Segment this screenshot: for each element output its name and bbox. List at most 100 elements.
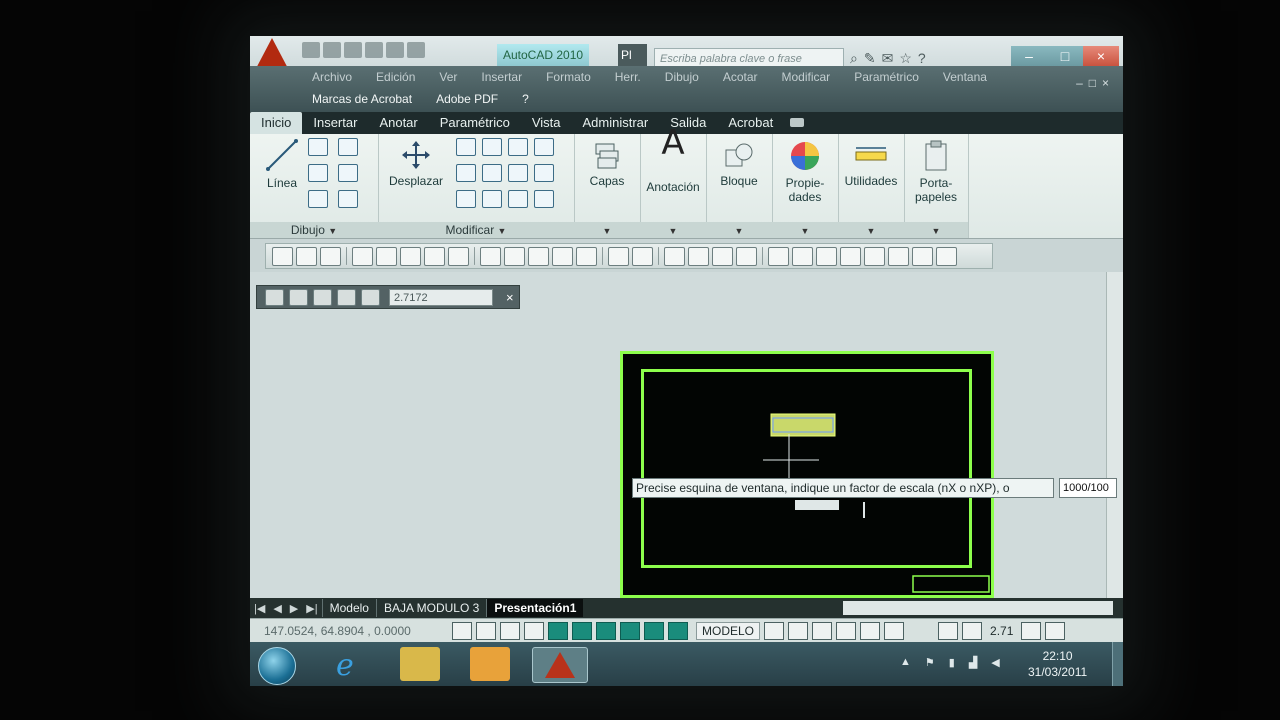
panel-portapapeles[interactable]: Porta- papeles ▼	[904, 134, 969, 238]
trim-icon[interactable]	[508, 138, 528, 156]
anotacion-dropdown[interactable]: ▼	[640, 222, 706, 238]
menu-ver[interactable]: Ver	[439, 70, 457, 84]
fillet-icon[interactable]	[534, 164, 554, 182]
dynamic-command-input[interactable]: 1000/100	[1059, 478, 1117, 498]
close-button[interactable]: ×	[1083, 46, 1119, 66]
menu-insertar[interactable]: Insertar	[481, 70, 522, 84]
utilidades-dropdown[interactable]: ▼	[838, 222, 904, 238]
volume-icon[interactable]: ◀	[991, 656, 999, 669]
tab-acrobat[interactable]: Acrobat	[717, 112, 784, 134]
prev-tab-icon[interactable]: ◀	[273, 602, 281, 615]
binoculars-icon[interactable]: ⌕	[850, 50, 858, 67]
mirror-icon[interactable]	[456, 164, 476, 182]
show-hidden-icons-icon[interactable]: ▲	[900, 656, 911, 669]
zoom-previous-icon[interactable]	[736, 246, 757, 266]
utilidades-button[interactable]: Utilidades	[838, 142, 904, 188]
drawing-window-controls[interactable]: –□×	[1076, 76, 1115, 90]
help-icon[interactable]: ?	[918, 50, 926, 67]
portapapeles-button[interactable]: Porta- papeles	[904, 140, 968, 204]
help-icon[interactable]	[936, 246, 957, 266]
modificar-panel-label[interactable]: Modificar ▼	[378, 222, 574, 238]
bloque-button[interactable]: Bloque	[706, 140, 772, 188]
layout-sheet[interactable]	[620, 351, 994, 598]
polygonal-viewport-icon[interactable]	[313, 288, 332, 306]
3d-dwf-icon[interactable]	[424, 246, 445, 266]
polar-toggle[interactable]	[524, 622, 544, 640]
quick-view-layouts-icon[interactable]	[764, 622, 785, 640]
menu-ventana[interactable]: Ventana	[943, 70, 987, 84]
ortho-toggle[interactable]	[500, 622, 520, 640]
panel-anotacion[interactable]: A Anotación ▼	[640, 126, 707, 238]
pen-icon[interactable]	[456, 190, 476, 208]
undo-icon[interactable]	[365, 42, 383, 58]
menu-modificar[interactable]: Modificar	[782, 70, 831, 84]
erase-icon[interactable]	[534, 138, 554, 156]
internet-explorer-icon[interactable]: e	[328, 647, 368, 683]
rectangle-icon[interactable]	[338, 164, 358, 182]
rotate-icon[interactable]	[482, 138, 502, 156]
network-icon[interactable]: ▟	[969, 656, 977, 669]
sheet-set-icon[interactable]	[840, 246, 861, 266]
grid-toggle[interactable]	[476, 622, 496, 640]
arc-icon[interactable]	[338, 138, 358, 156]
chamfer-icon[interactable]	[534, 190, 554, 208]
array-icon[interactable]	[508, 190, 528, 208]
open-icon[interactable]	[323, 42, 341, 58]
otrack-toggle[interactable]	[572, 622, 592, 640]
tab-administrar[interactable]: Administrar	[572, 112, 660, 134]
next-tab-icon[interactable]: ▶	[290, 602, 298, 615]
edit-icon[interactable]	[448, 246, 469, 266]
menu-help[interactable]: ?	[522, 92, 529, 106]
plot-preview-icon[interactable]	[376, 246, 397, 266]
maximize-button[interactable]: □	[1047, 46, 1083, 66]
minimize-button[interactable]: –	[1011, 46, 1047, 66]
horizontal-scrollbar[interactable]	[843, 601, 1113, 615]
media-player-icon[interactable]	[470, 647, 510, 681]
osnap-toggle[interactable]	[548, 622, 568, 640]
qp-toggle[interactable]	[668, 622, 688, 640]
ribbon-minimize-icon[interactable]	[790, 118, 805, 127]
maximize-viewport-icon[interactable]	[938, 622, 959, 640]
close-icon[interactable]: ×	[506, 290, 514, 305]
menu-dibujo[interactable]: Dibujo	[665, 70, 699, 84]
portapapeles-dropdown[interactable]: ▼	[904, 222, 968, 238]
annotation-scale-icon[interactable]	[962, 622, 983, 640]
clip-viewport-icon[interactable]	[361, 288, 380, 306]
tab-inicio[interactable]: Inicio	[250, 112, 303, 134]
showmotion-icon[interactable]	[884, 622, 905, 640]
new-icon[interactable]	[302, 42, 320, 58]
explorer-icon[interactable]	[400, 647, 440, 681]
match-properties-icon[interactable]	[552, 246, 573, 266]
snap-toggle[interactable]	[452, 622, 472, 640]
search-input[interactable]: Escriba palabra clave o frase	[654, 48, 844, 68]
lwt-toggle[interactable]	[644, 622, 664, 640]
polyline-icon[interactable]	[308, 138, 328, 156]
publish-icon[interactable]	[400, 246, 421, 266]
design-center-icon[interactable]	[792, 246, 813, 266]
menu-parametrico[interactable]: Paramétrico	[854, 70, 919, 84]
start-button[interactable]	[258, 647, 296, 685]
circle-icon[interactable]	[308, 164, 328, 182]
tool-palettes-icon[interactable]	[816, 246, 837, 266]
quick-view-drawings-icon[interactable]	[788, 622, 809, 640]
capas-button[interactable]: Capas	[574, 140, 640, 188]
propiedades-button[interactable]: Propie- dades	[772, 140, 838, 204]
capas-dropdown[interactable]: ▼	[574, 222, 640, 238]
last-tab-icon[interactable]: ▶|	[306, 602, 317, 615]
first-tab-icon[interactable]: |◀	[254, 602, 265, 615]
anotacion-button[interactable]: A Anotación	[640, 126, 706, 194]
linea-button[interactable]: Línea	[260, 138, 304, 190]
copy-icon[interactable]	[456, 138, 476, 156]
menu-formato[interactable]: Formato	[546, 70, 591, 84]
single-viewport-icon[interactable]	[289, 288, 308, 306]
menu-adobe-pdf[interactable]: Adobe PDF	[436, 92, 498, 106]
tab-insertar[interactable]: Insertar	[302, 112, 368, 134]
annotation-scale-value[interactable]: 2.71	[990, 624, 1013, 638]
autocad-taskbar-icon[interactable]	[532, 647, 588, 683]
zoom-window-icon[interactable]	[712, 246, 733, 266]
qnew-icon[interactable]	[272, 246, 293, 266]
propiedades-dropdown[interactable]: ▼	[772, 222, 838, 238]
tab-parametrico[interactable]: Paramétrico	[429, 112, 521, 134]
steering-wheel-icon[interactable]	[860, 622, 881, 640]
bloque-dropdown[interactable]: ▼	[706, 222, 772, 238]
